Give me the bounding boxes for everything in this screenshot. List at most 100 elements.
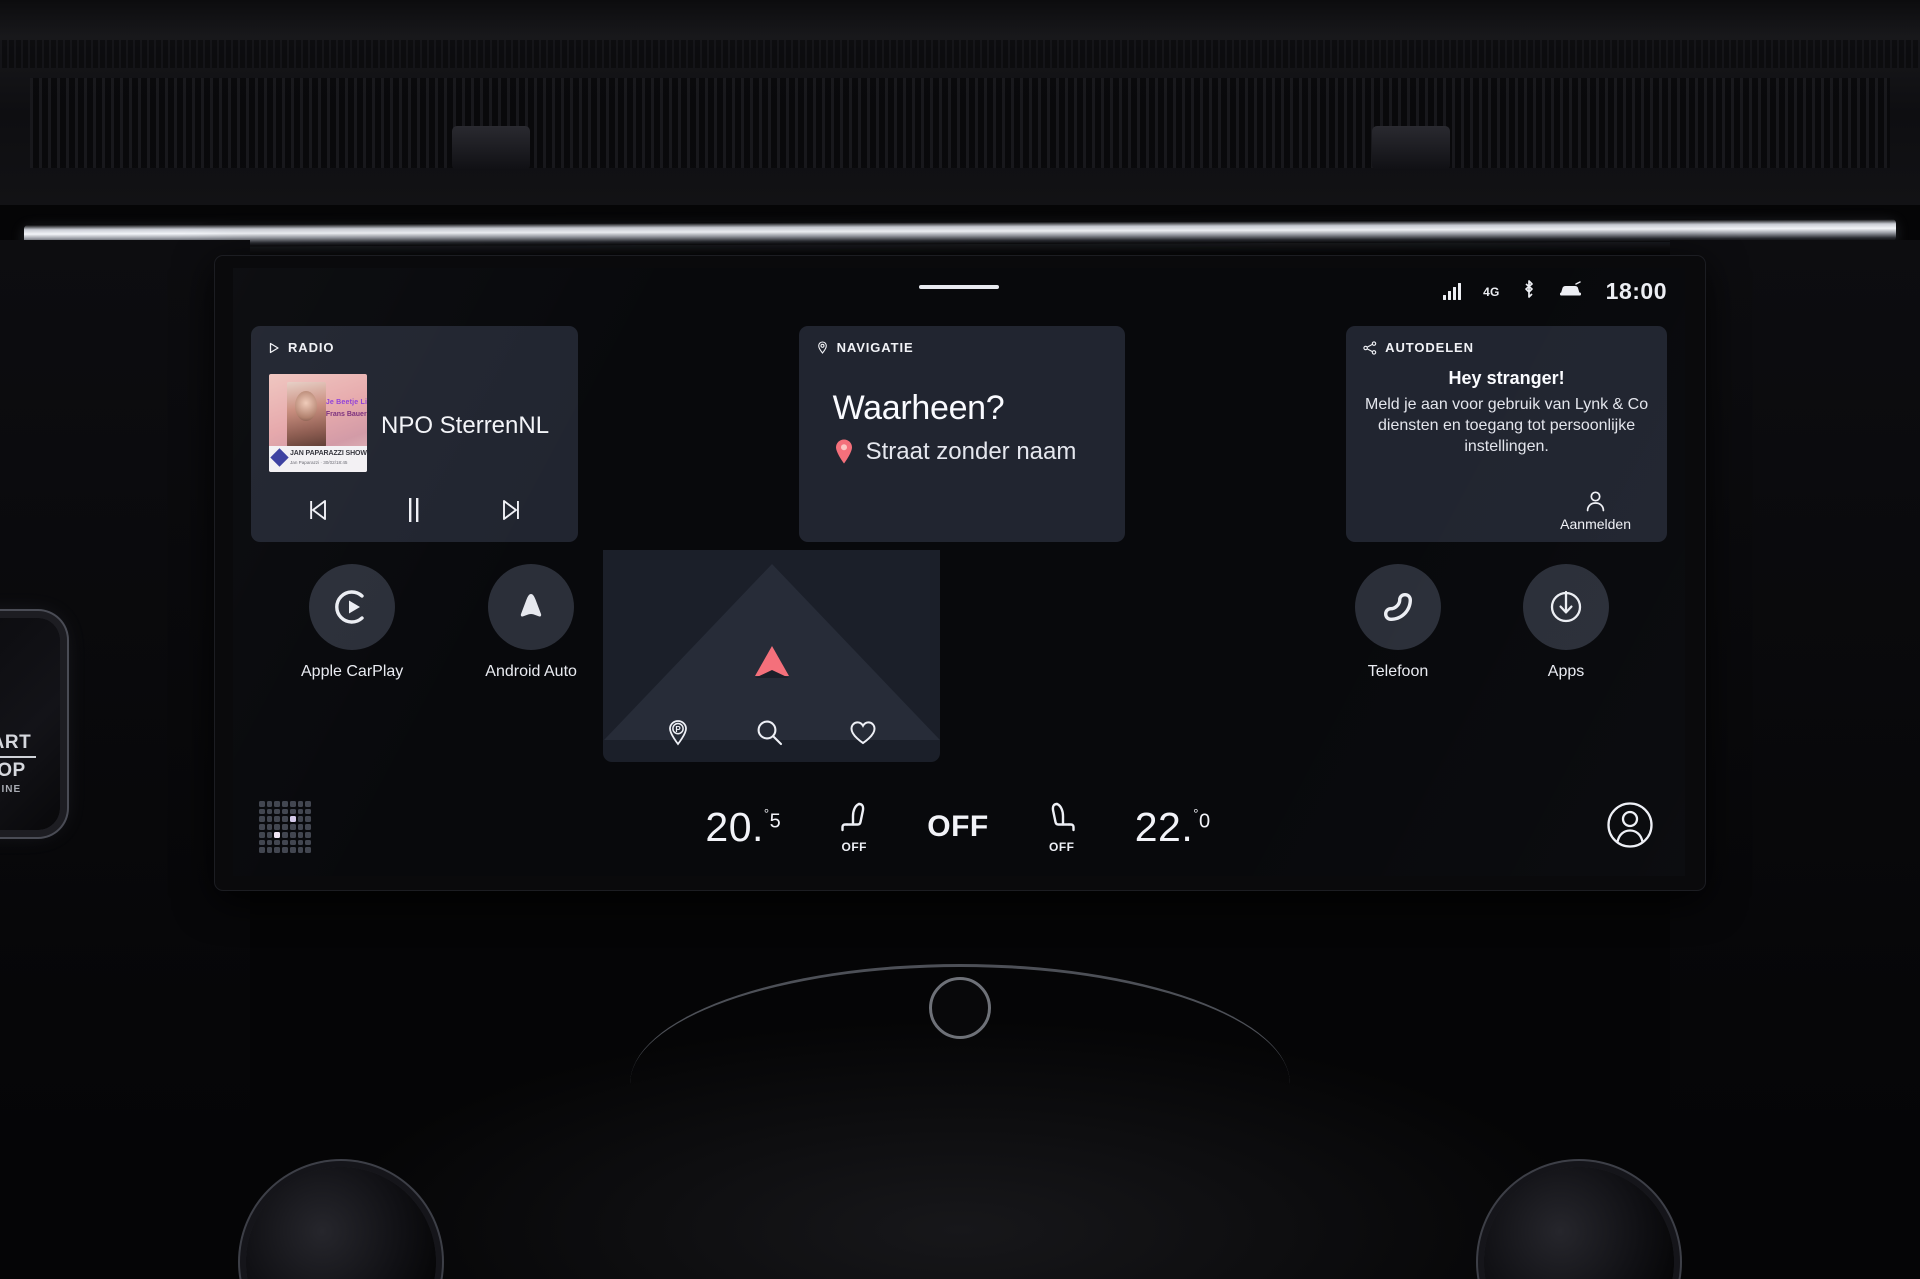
- album-art-footer: JAN PAPARAZZI SHOW Jan Paparazzi · 30/02…: [269, 446, 367, 472]
- driver-temperature[interactable]: 20. °5: [705, 804, 781, 851]
- shortcut-label: Telefoon: [1367, 663, 1429, 680]
- search-icon[interactable]: [755, 718, 784, 752]
- shortcuts-right-group: Telefoon Apps: [1355, 564, 1609, 681]
- signin-button[interactable]: Aanmelden: [1560, 489, 1631, 532]
- album-art-portrait: [286, 381, 326, 447]
- album-art-footer-title: JAN PAPARAZZI SHOW: [290, 450, 367, 457]
- shortcut-telefoon[interactable]: Telefoon: [1355, 564, 1441, 681]
- navigation-card[interactable]: NAVIGATIE Waarheen? Straat zonder naam: [798, 326, 1126, 542]
- album-art-footer-sub: Jan Paparazzi · 30/02/18:45: [290, 460, 348, 465]
- pause-icon[interactable]: [403, 496, 425, 524]
- climate-bar: 20. °5 OFF OFF OFF 22. °0: [251, 790, 1667, 864]
- location-pin-icon: [817, 341, 827, 354]
- seat-icon-right: [1051, 802, 1075, 831]
- passenger-temp-value: 22.: [1134, 803, 1194, 850]
- radio-card-header: RADIO: [268, 340, 334, 355]
- start-stop-engine-button[interactable]: START STOP ENGINE: [0, 618, 60, 830]
- navigation-destination-text: Straat zonder naam: [865, 438, 1077, 465]
- signin-label: Aanmelden: [1560, 516, 1631, 532]
- dashboard-vent-grille: [0, 0, 1920, 205]
- vent-upper-slats: [0, 40, 1920, 68]
- bluetooth-icon: [1522, 279, 1536, 304]
- seat-heater-right-status: OFF: [1049, 839, 1075, 854]
- carsharing-body-text: Meld je aan voor gebruik van Lynk & Co d…: [1365, 396, 1649, 456]
- app-grid-icon[interactable]: [259, 801, 311, 853]
- seat-heater-left[interactable]: OFF: [837, 801, 871, 854]
- driver-temp-value: 20.: [705, 803, 764, 850]
- android-auto-icon: [488, 564, 575, 650]
- widget-card-row: RADIO Je Beetje Lief Frans Bauer JAN PAP…: [251, 326, 1667, 542]
- radio-card[interactable]: RADIO Je Beetje Lief Frans Bauer JAN PAP…: [251, 326, 578, 542]
- climate-knob-left[interactable]: [246, 1167, 436, 1279]
- navigation-card-header: NAVIGATIE: [816, 340, 914, 355]
- vehicle-position-marker: [754, 646, 789, 678]
- carsharing-heading: Hey stranger!: [1448, 368, 1565, 388]
- seat-icon-left: [841, 802, 865, 831]
- status-bar: 4G 18:00: [1443, 278, 1667, 305]
- navigation-map[interactable]: P: [603, 550, 940, 762]
- play-icon: [269, 342, 279, 353]
- signal-bars-icon: [1443, 283, 1462, 300]
- radio-card-title: RADIO: [288, 340, 335, 355]
- radio-station-name: NPO SterrenNL: [381, 412, 550, 439]
- download-circle-icon: [1523, 564, 1609, 650]
- shortcut-label: Apple CarPlay: [301, 663, 404, 680]
- previous-track-icon[interactable]: [305, 497, 331, 523]
- shortcut-apps[interactable]: Apps: [1523, 564, 1609, 681]
- carsharing-card-title: AUTODELEN: [1385, 340, 1474, 355]
- car-dashboard: START STOP ENGINE 4G 18:00: [0, 0, 1920, 1279]
- network-label: 4G: [1483, 284, 1500, 299]
- svg-text:P: P: [675, 725, 681, 734]
- clock: 18:00: [1605, 278, 1667, 304]
- album-art-logo: [270, 448, 289, 467]
- parking-pin-icon[interactable]: P: [666, 719, 690, 752]
- infotainment-screen: 4G 18:00 RADIO Je Beetje Li Frans Bauer …: [233, 268, 1685, 876]
- seat-heater-right[interactable]: OFF: [1045, 801, 1079, 854]
- shortcuts-left-group: Apple CarPlay Android Auto: [301, 564, 577, 681]
- shortcut-android-auto[interactable]: Android Auto: [485, 564, 577, 681]
- map-tool-row: P: [603, 718, 940, 752]
- chrome-trim-strip: [24, 219, 1896, 247]
- seat-heater-left-status: OFF: [841, 839, 867, 854]
- carplay-icon: [309, 564, 396, 650]
- album-art: Je Beetje Lief Frans Bauer JAN PAPARAZZI…: [269, 374, 367, 472]
- engine-label: ENGINE: [0, 784, 22, 796]
- next-track-icon[interactable]: [498, 497, 524, 523]
- driver-temp-decimal: °5: [763, 805, 782, 833]
- shortcut-label: Android Auto: [485, 663, 577, 680]
- person-icon: [1586, 491, 1605, 512]
- destination-pin-icon: [835, 439, 852, 464]
- passenger-temperature[interactable]: 22. °0: [1135, 804, 1211, 851]
- navigation-prompt: Waarheen?: [832, 389, 1005, 427]
- album-art-artist: Frans Bauer: [325, 411, 367, 419]
- shortcut-label: Apps: [1547, 663, 1585, 680]
- card-row-spacer-right: [1140, 326, 1331, 542]
- vent-slats: [30, 78, 1890, 168]
- card-row-spacer-left: [593, 326, 784, 542]
- carsharing-card[interactable]: AUTODELEN Hey stranger! Meld je aan voor…: [1346, 326, 1667, 542]
- fan-status[interactable]: OFF: [927, 810, 989, 844]
- passenger-temp-decimal: °0: [1193, 805, 1211, 833]
- stop-label: STOP: [0, 760, 26, 782]
- navigation-destination-row[interactable]: Straat zonder naam: [833, 438, 1077, 466]
- start-label: START: [0, 732, 32, 754]
- console-center-button[interactable]: [929, 977, 991, 1039]
- vent-adjuster-left[interactable]: [452, 126, 530, 170]
- infotainment-screen-bezel: 4G 18:00 RADIO Je Beetje Li Frans Bauer …: [215, 256, 1705, 890]
- share-icon: [1363, 340, 1377, 355]
- album-art-title: Je Beetje Lief: [325, 399, 367, 407]
- shortcut-apple-carplay[interactable]: Apple CarPlay: [301, 564, 403, 681]
- heart-icon[interactable]: [849, 720, 877, 751]
- start-stop-divider: [0, 756, 36, 759]
- user-avatar-icon[interactable]: [1605, 800, 1655, 855]
- media-controls: [251, 496, 578, 524]
- carsharing-card-header: AUTODELEN: [1363, 340, 1474, 355]
- drag-handle[interactable]: [919, 285, 999, 289]
- climate-knob-right[interactable]: [1484, 1167, 1674, 1279]
- phone-icon: [1355, 564, 1441, 650]
- home-shortcut-zone: Apple CarPlay Android Auto P Telefoon Ap…: [251, 550, 1667, 786]
- vent-adjuster-right[interactable]: [1372, 126, 1450, 170]
- dashboard-side-panel-right: [1670, 240, 1920, 1140]
- car-icon: [1558, 280, 1584, 303]
- climate-controls: 20. °5 OFF OFF OFF 22. °0: [311, 801, 1605, 854]
